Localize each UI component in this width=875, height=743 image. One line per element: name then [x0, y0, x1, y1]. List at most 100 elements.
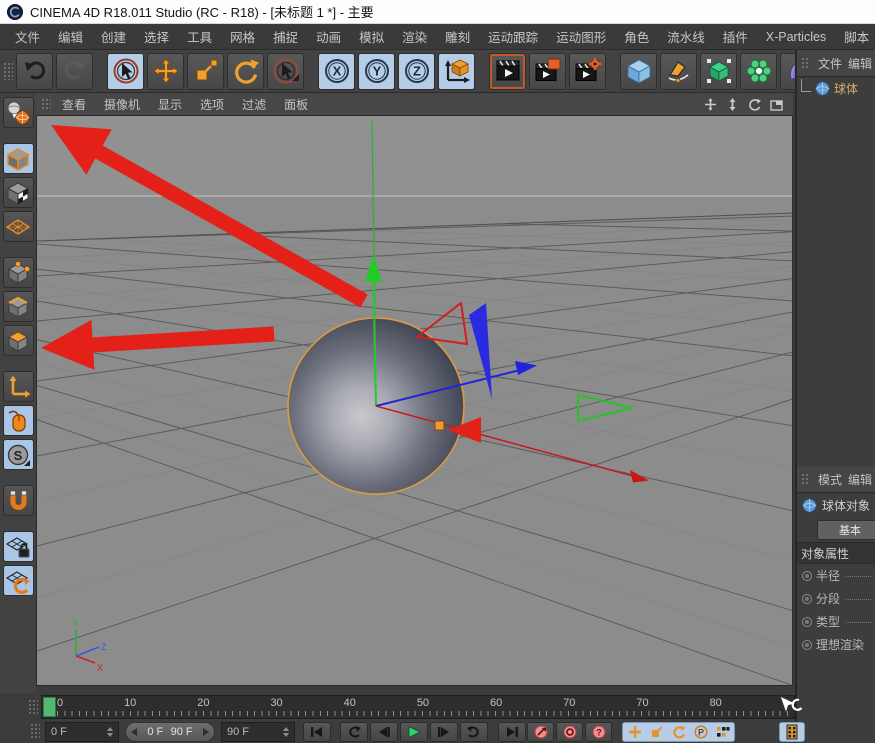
property-row[interactable]: 类型 — [797, 610, 875, 633]
viewport-menu-item[interactable]: 选项 — [191, 96, 233, 113]
viewport-solo-button[interactable] — [3, 405, 34, 436]
menu-item[interactable]: 文件 — [6, 27, 49, 46]
menu-item[interactable]: 运动图形 — [547, 27, 615, 46]
keyframe-radio-icon[interactable] — [802, 640, 812, 650]
zoom-view-icon[interactable] — [726, 98, 739, 111]
object-name[interactable]: 球体 — [834, 80, 858, 97]
texture-mode-button[interactable] — [3, 177, 34, 208]
record-position-toggle[interactable] — [624, 724, 645, 740]
object-manager-menu-item[interactable]: 文件 — [815, 55, 845, 72]
object-manager-empty-area[interactable] — [797, 99, 875, 466]
redo-button[interactable] — [56, 53, 93, 90]
live-selection-tool[interactable] — [107, 53, 144, 90]
render-view-button[interactable] — [489, 53, 526, 90]
lock-y-axis-button[interactable]: Y — [358, 53, 395, 90]
object-properties-section-header[interactable]: 对象属性 — [797, 542, 875, 564]
menu-item[interactable]: 流水线 — [658, 27, 714, 46]
rotate-workplane-button[interactable] — [3, 565, 34, 596]
spline-pen-button[interactable] — [660, 53, 697, 90]
viewport-menu-grip[interactable] — [41, 98, 51, 111]
keyframe-radio-icon[interactable] — [802, 617, 812, 627]
menu-item[interactable]: 工具 — [178, 27, 221, 46]
timeline-ruler[interactable]: 01020304050607070808 — [41, 695, 795, 719]
toggle-view-icon[interactable] — [770, 98, 783, 111]
previous-frame-button[interactable] — [370, 722, 398, 742]
undo-button[interactable] — [16, 53, 53, 90]
record-scale-toggle[interactable] — [646, 724, 667, 740]
toolbar-grip[interactable] — [3, 62, 13, 80]
menu-item[interactable]: 角色 — [615, 27, 658, 46]
frame-stepper[interactable] — [101, 727, 113, 737]
viewport-menu-item[interactable]: 查看 — [53, 96, 95, 113]
goto-start-button[interactable] — [303, 722, 331, 742]
next-frame-button[interactable] — [430, 722, 458, 742]
property-row[interactable]: 分段 — [797, 587, 875, 610]
object-manager-menu-item[interactable]: 编辑 — [845, 55, 875, 72]
soft-selection-button[interactable]: S — [3, 439, 34, 470]
axis-handle-orange[interactable] — [435, 421, 444, 430]
rotate-view-icon[interactable] — [748, 98, 761, 111]
viewport-menu-item[interactable]: 显示 — [149, 96, 191, 113]
menu-item[interactable]: 选择 — [135, 27, 178, 46]
timeline-window-button[interactable] — [779, 722, 805, 742]
lock-x-axis-button[interactable]: X — [318, 53, 355, 90]
current-frame-field[interactable]: 0 F — [45, 722, 119, 742]
attribute-manager-menu-item[interactable]: 编辑 — [845, 471, 875, 488]
viewport-canvas[interactable]: 透视视图 — [36, 115, 793, 686]
range-left-arrow-icon[interactable] — [131, 728, 137, 736]
keyframe-radio-icon[interactable] — [802, 571, 812, 581]
axis-mode-button[interactable] — [3, 371, 34, 402]
polygons-mode-button[interactable] — [3, 325, 34, 356]
frame-range-slider[interactable]: 0 F 90 F — [125, 722, 215, 742]
current-frame-marker[interactable] — [43, 697, 56, 717]
menu-item[interactable]: 网格 — [221, 27, 264, 46]
property-row[interactable]: 理想渲染 — [797, 633, 875, 656]
make-editable-button[interactable] — [3, 97, 34, 128]
lock-z-axis-button[interactable]: Z — [398, 53, 435, 90]
object-manager-grip[interactable] — [801, 57, 810, 70]
record-rotation-toggle[interactable] — [668, 724, 689, 740]
tab-basic[interactable]: 基本 — [817, 520, 875, 540]
play-loop-button[interactable] — [460, 722, 488, 742]
menu-item[interactable]: 模拟 — [350, 27, 393, 46]
property-row[interactable]: 半径 — [797, 564, 875, 587]
end-frame-field[interactable]: 90 F — [221, 722, 295, 742]
model-mode-button[interactable] — [3, 143, 34, 174]
timeline-grip[interactable] — [28, 699, 38, 715]
menu-item[interactable]: 动画 — [307, 27, 350, 46]
render-settings-button[interactable] — [569, 53, 606, 90]
viewport-menu-item[interactable]: 过滤 — [233, 96, 275, 113]
autokey-button[interactable] — [556, 722, 583, 742]
record-keyframe-button[interactable] — [527, 722, 554, 742]
play-backwards-button[interactable] — [340, 722, 368, 742]
play-forwards-button[interactable] — [400, 722, 428, 742]
frame-stepper[interactable] — [277, 727, 289, 737]
recent-selection-tool[interactable] — [267, 53, 304, 90]
workplane-mode-button[interactable] — [3, 211, 34, 242]
menu-item[interactable]: 插件 — [714, 27, 757, 46]
rotate-tool[interactable] — [227, 53, 264, 90]
add-primitive-cube-button[interactable] — [620, 53, 657, 90]
range-right-arrow-icon[interactable] — [203, 728, 209, 736]
record-pla-toggle[interactable] — [712, 724, 733, 740]
menu-item[interactable]: 创建 — [92, 27, 135, 46]
menu-item[interactable]: X-Particles — [757, 30, 835, 44]
subdivision-surface-button[interactable] — [700, 53, 737, 90]
pan-view-icon[interactable] — [704, 98, 717, 111]
goto-end-button[interactable] — [498, 722, 526, 742]
points-mode-button[interactable] — [3, 257, 34, 288]
menu-item[interactable]: 脚本 — [835, 27, 875, 46]
keyframe-help-button[interactable]: ? — [585, 722, 612, 742]
attribute-manager-menu-item[interactable]: 模式 — [815, 471, 845, 488]
menu-item[interactable]: 雕刻 — [436, 27, 479, 46]
attribute-manager-grip[interactable] — [801, 473, 810, 486]
edges-mode-button[interactable] — [3, 291, 34, 322]
menu-item[interactable]: 捕捉 — [264, 27, 307, 46]
object-tree-row-sphere[interactable]: 球体 — [797, 77, 875, 99]
menu-item[interactable]: 运动跟踪 — [479, 27, 547, 46]
viewport-menu-item[interactable]: 面板 — [275, 96, 317, 113]
viewport-menu-item[interactable]: 摄像机 — [95, 96, 149, 113]
cloner-array-button[interactable] — [740, 53, 777, 90]
menu-item[interactable]: 渲染 — [393, 27, 436, 46]
menu-item[interactable]: 编辑 — [49, 27, 92, 46]
